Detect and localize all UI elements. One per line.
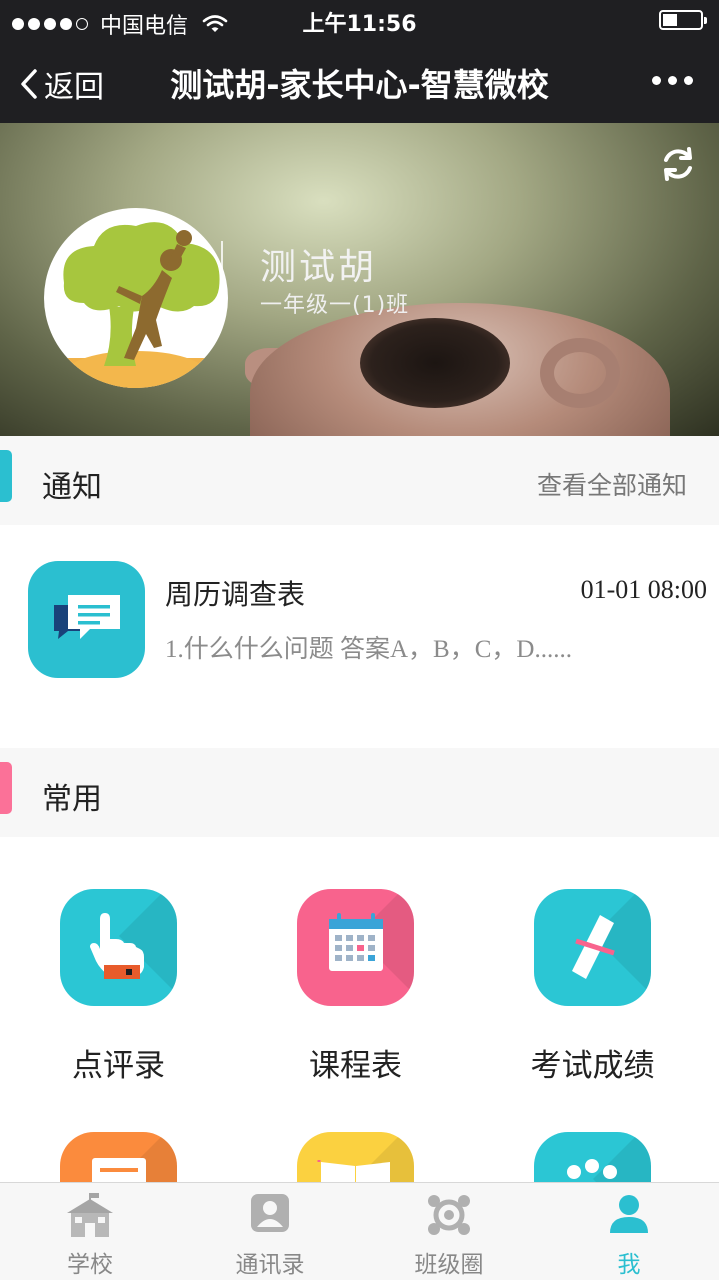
section-title: 常用 (42, 782, 102, 817)
app-reading[interactable] (237, 1132, 474, 1182)
section-title: 通知 (42, 470, 102, 505)
app-exam-scores[interactable]: 考试成绩 (474, 889, 711, 1085)
app-label: 点评录 (72, 1048, 165, 1084)
section-accent-bar (0, 762, 12, 814)
more-dot-icon (668, 76, 677, 85)
group-dots-icon (534, 1132, 651, 1182)
battery-icon (659, 10, 707, 30)
profile-class: 一年级一(1)班 (260, 293, 410, 318)
chat-bubble-icon (28, 561, 145, 678)
common-section-header: 常用 (0, 748, 719, 837)
tab-label: 通讯录 (235, 1252, 305, 1278)
school-icon (67, 1193, 113, 1237)
teapot-mouth-decoration (360, 318, 510, 408)
contacts-icon (251, 1194, 289, 1232)
profile-name: 测试胡 (260, 247, 378, 288)
more-dot-icon (652, 76, 661, 85)
app-leave-request[interactable] (0, 1132, 237, 1182)
person-icon (610, 1195, 648, 1233)
profile-divider (221, 241, 223, 281)
section-accent-bar (0, 450, 12, 502)
teapot-handle-decoration (540, 338, 620, 408)
tab-contacts[interactable]: 通讯录 (180, 1183, 360, 1280)
tab-label: 学校 (67, 1252, 113, 1278)
tab-label: 我 (617, 1252, 641, 1278)
open-book-icon (297, 1132, 414, 1182)
app-comment-record[interactable]: 点评录 (0, 889, 237, 1085)
bottom-tab-bar: 学校 通讯录 班级圈 我 (0, 1182, 719, 1280)
profile-banner: 测试胡 一年级一(1)班 (0, 123, 719, 436)
status-bar: 中国电信 上午11:56 (0, 0, 719, 40)
notice-section-header: 通知 查看全部通知 (0, 436, 719, 525)
app-label: 课程表 (309, 1048, 402, 1084)
tab-me[interactable]: 我 (539, 1183, 719, 1280)
avatar[interactable] (44, 208, 228, 388)
certificate-scroll-icon (534, 889, 651, 1006)
notice-title: 周历调查表 (165, 578, 306, 611)
app-groups[interactable] (474, 1132, 711, 1182)
common-apps-grid: 点评录 课程表 考试成绩 (0, 837, 719, 1182)
app-label: 考试成绩 (530, 1048, 655, 1084)
status-time: 上午11:56 (302, 12, 417, 37)
tab-school[interactable]: 学校 (0, 1183, 180, 1280)
notice-item[interactable]: 周历调查表 01-01 08:00 1.什么什么问题 答案A，B，C，D....… (0, 525, 719, 748)
notice-description: 1.什么什么问题 答案A，B，C，D...... (165, 636, 572, 663)
page-title: 测试胡-家长中心-智慧微校 (170, 66, 549, 104)
notice-time: 01-01 08:00 (580, 575, 707, 604)
more-menu-button[interactable] (652, 76, 693, 85)
view-all-notices-link[interactable]: 查看全部通知 (537, 466, 687, 502)
tree-logo-icon (44, 222, 228, 388)
calendar-icon (297, 889, 414, 1006)
tab-label: 班级圈 (414, 1252, 484, 1278)
pointing-hand-icon (60, 889, 177, 1006)
leave-request-icon (60, 1132, 177, 1182)
nav-bar: 返回 测试胡-家长中心-智慧微校 (0, 40, 719, 123)
refresh-icon[interactable] (659, 145, 697, 183)
tab-class-circle[interactable]: 班级圈 (359, 1183, 539, 1280)
app-timetable[interactable]: 课程表 (237, 889, 474, 1085)
more-dot-icon (684, 76, 693, 85)
class-circle-icon (428, 1195, 470, 1235)
